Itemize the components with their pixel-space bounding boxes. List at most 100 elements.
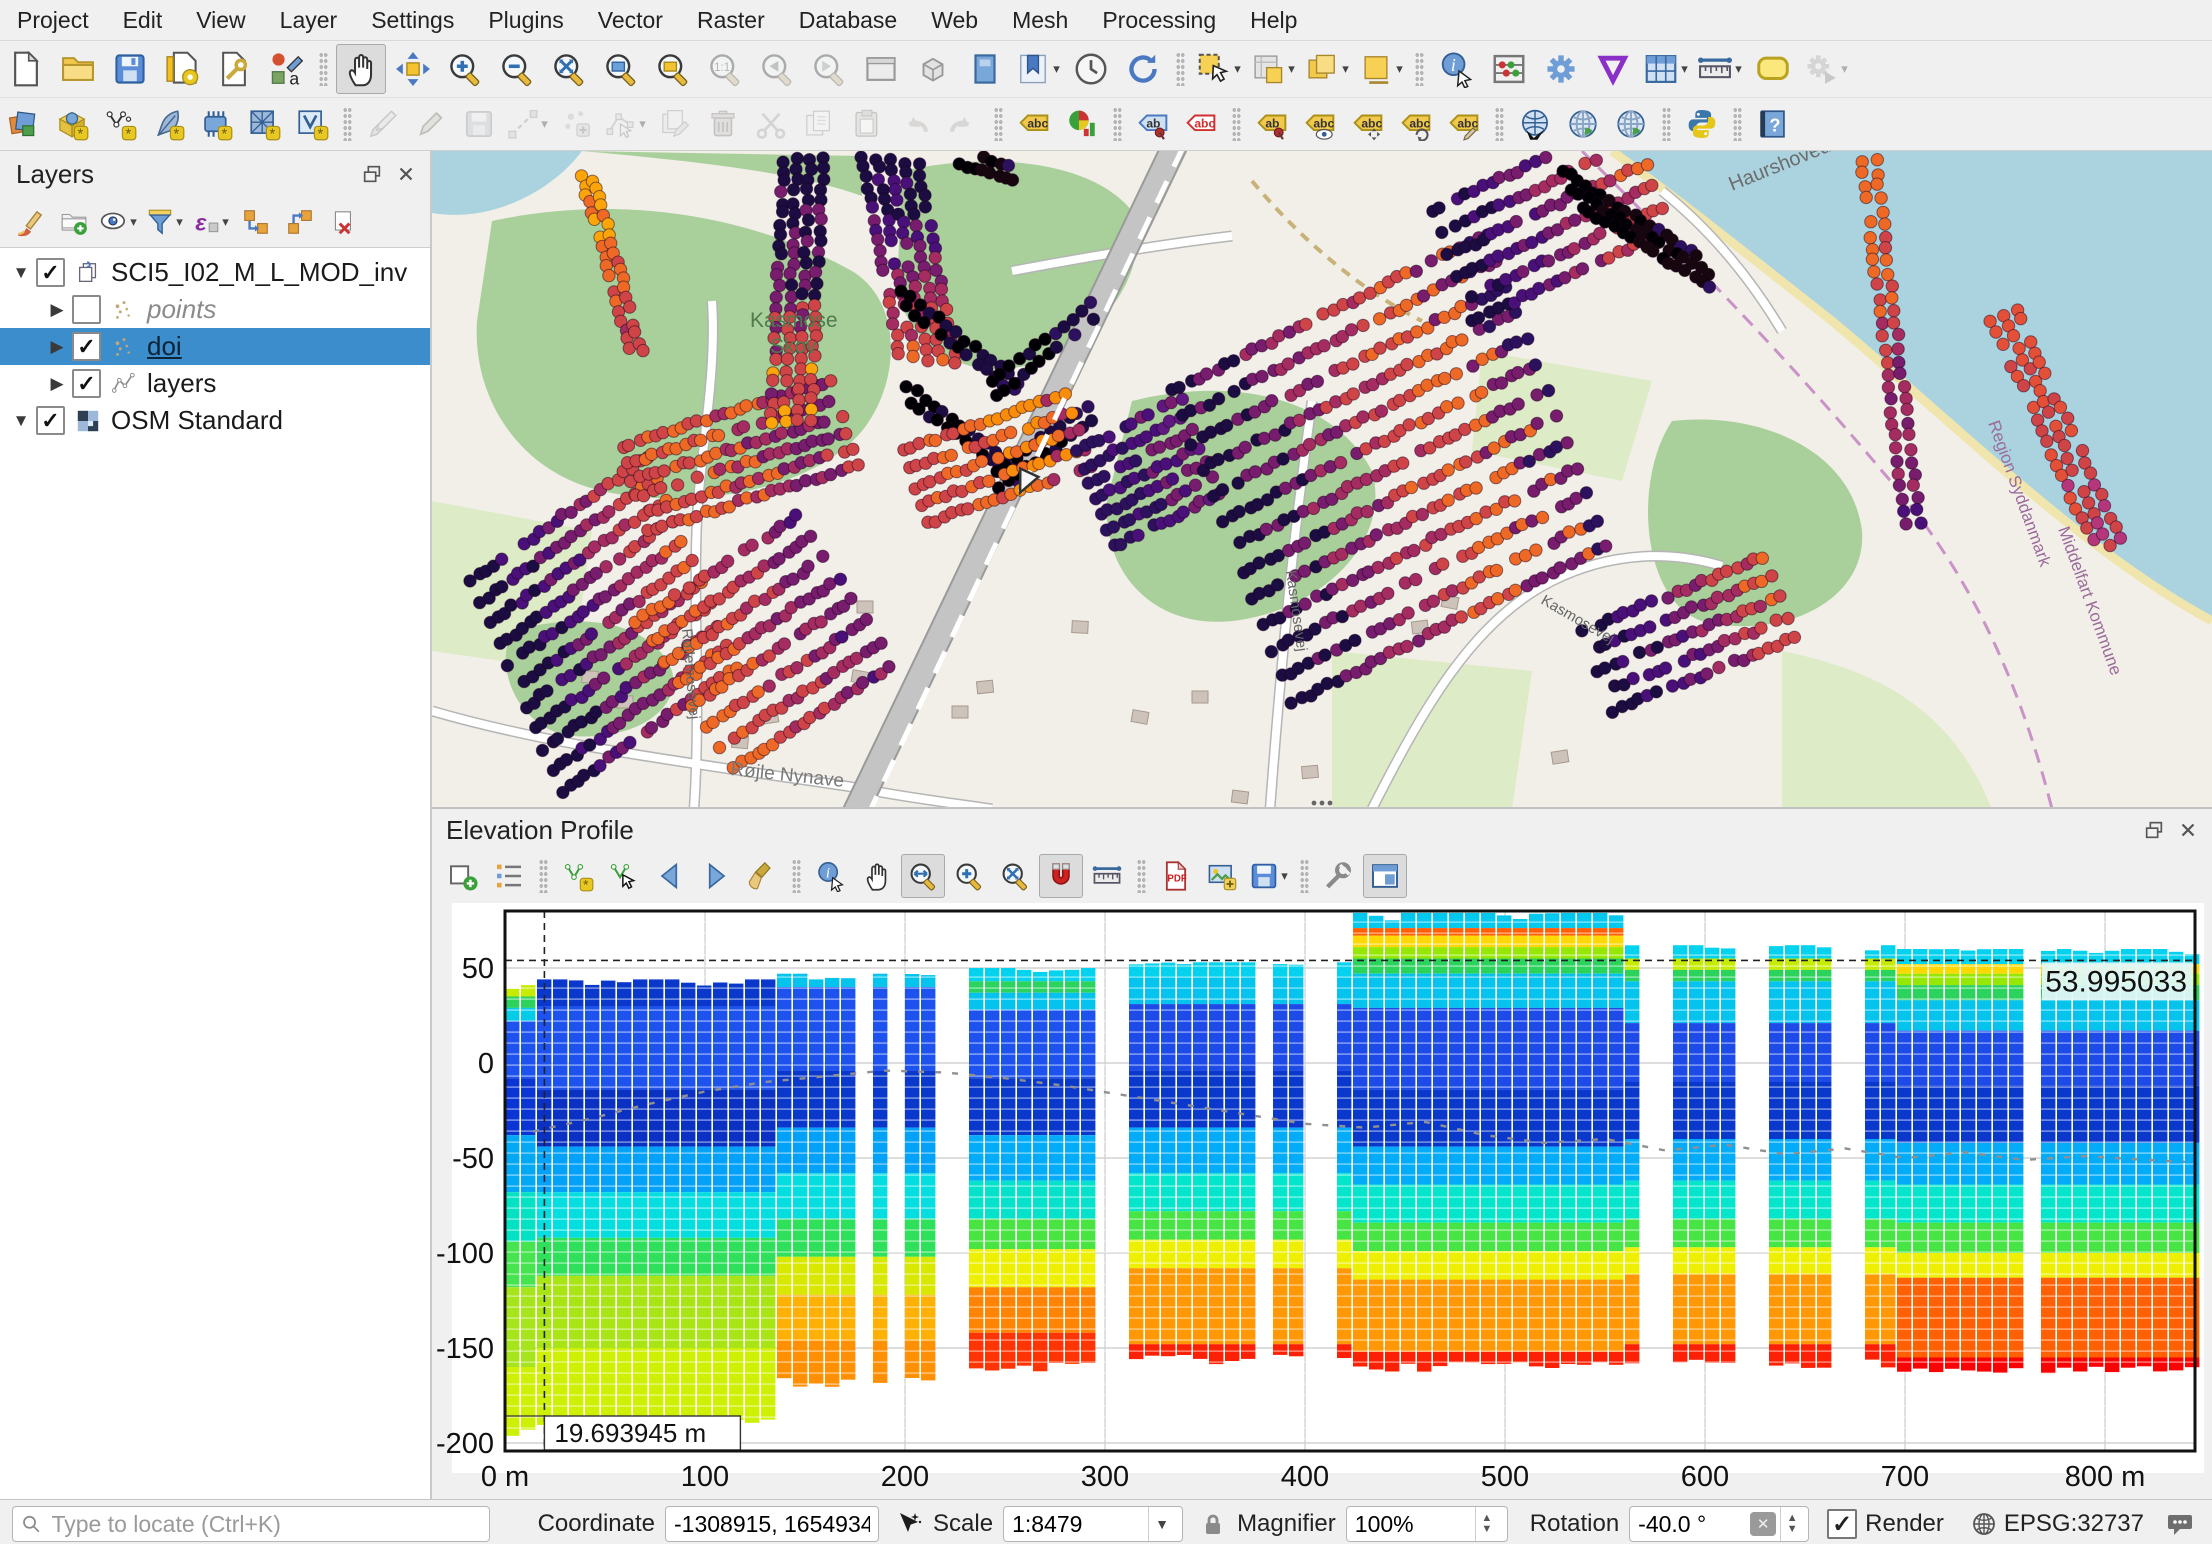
- move-label-button[interactable]: abc: [1345, 101, 1391, 147]
- dropdown-arrow-icon[interactable]: ▾: [1288, 61, 1295, 77]
- scale-dropdown-icon[interactable]: ▼: [1148, 1507, 1175, 1541]
- clear-button[interactable]: [740, 854, 784, 898]
- remove-layer-button[interactable]: [323, 201, 365, 243]
- zoom-full-button[interactable]: [544, 44, 594, 94]
- layer-label[interactable]: points: [147, 294, 216, 325]
- expand-arrow-icon[interactable]: ▶: [44, 337, 70, 357]
- dropdown-arrow-icon[interactable]: ▾: [1681, 61, 1688, 77]
- zoom-to-selection-button[interactable]: [648, 44, 698, 94]
- new-map-view-button[interactable]: [856, 44, 906, 94]
- processing-toolbox-button[interactable]: [1536, 44, 1586, 94]
- metasearch-button[interactable]: [1512, 101, 1558, 147]
- zoom-out-button[interactable]: [492, 44, 542, 94]
- open-attribute-table-button[interactable]: ▾: [1640, 44, 1692, 94]
- layer-labeling-options-button[interactable]: abc: [1011, 101, 1057, 147]
- new-temporary-scratch-layer-button[interactable]: *: [145, 101, 191, 147]
- rotation-clear-icon[interactable]: ✕: [1750, 1512, 1776, 1536]
- pan-map-button[interactable]: [336, 44, 386, 94]
- show-layout-manager-button[interactable]: [209, 44, 259, 94]
- menu-raster[interactable]: Raster: [680, 7, 782, 34]
- show-layer-tree-button[interactable]: [487, 854, 531, 898]
- zoom-x-axis-button[interactable]: [901, 854, 945, 898]
- filter-by-expression-button[interactable]: ε▾: [189, 201, 233, 243]
- menu-edit[interactable]: Edit: [106, 7, 180, 34]
- expand-arrow-icon[interactable]: ▶: [44, 374, 70, 394]
- menu-web[interactable]: Web: [914, 7, 995, 34]
- elevation-profile-chart[interactable]: 53.99503319.693945 m500-50-100-150-2000 …: [432, 901, 2212, 1499]
- dropdown-arrow-icon[interactable]: ▾: [1234, 61, 1241, 77]
- menu-database[interactable]: Database: [782, 7, 914, 34]
- layer-checkbox[interactable]: [72, 295, 101, 324]
- rotation-spin[interactable]: ✕ ▲▼: [1629, 1506, 1809, 1542]
- rotate-label-button[interactable]: abc: [1393, 101, 1439, 147]
- dropdown-arrow-icon[interactable]: ▾: [1342, 61, 1349, 77]
- nudge-right-button[interactable]: [694, 854, 738, 898]
- toggle-unplaced-labels-button[interactable]: abc: [1178, 101, 1224, 147]
- scale-input[interactable]: [1004, 1511, 1148, 1538]
- locator-input[interactable]: [49, 1510, 481, 1539]
- new-print-layout-button[interactable]: [157, 44, 207, 94]
- menu-mesh[interactable]: Mesh: [995, 7, 1085, 34]
- collapse-arrow-icon[interactable]: ▼: [8, 411, 34, 431]
- filter-legend-button[interactable]: ▾: [143, 201, 187, 243]
- layer-checkbox[interactable]: ✓: [36, 258, 65, 287]
- vector-tools-button[interactable]: [1588, 44, 1638, 94]
- new-project-button[interactable]: [1, 44, 51, 94]
- help-contents-button[interactable]: ?: [1750, 101, 1796, 147]
- menu-view[interactable]: View: [179, 7, 262, 34]
- expand-all-button[interactable]: [235, 201, 277, 243]
- map-canvas[interactable]: HaurshovedKasmoseSkovRøjle NynaveRegion …: [432, 151, 2212, 807]
- select-features-button[interactable]: ▾: [1193, 44, 1245, 94]
- magnifier-spin-arrows[interactable]: ▲▼: [1475, 1507, 1498, 1541]
- layer-label[interactable]: layers: [147, 368, 216, 399]
- lock-scale-icon[interactable]: [1199, 1510, 1227, 1538]
- new-3d-map-view-button[interactable]: [908, 44, 958, 94]
- layer-item-osm-standard[interactable]: ▼✓OSM Standard: [0, 402, 430, 439]
- dropdown-arrow-icon[interactable]: ▾: [222, 214, 229, 230]
- dropdown-arrow-icon[interactable]: ▾: [639, 116, 646, 132]
- menu-project[interactable]: Project: [0, 7, 106, 34]
- crs-value[interactable]: EPSG:32737: [2004, 1510, 2144, 1538]
- close-panel-icon[interactable]: [392, 160, 420, 188]
- dropdown-arrow-icon[interactable]: ▾: [1841, 61, 1848, 77]
- show-hide-labels-button[interactable]: abc: [1297, 101, 1343, 147]
- menu-processing[interactable]: Processing: [1085, 7, 1233, 34]
- rotation-input[interactable]: [1630, 1511, 1750, 1538]
- float-panel-icon[interactable]: [358, 160, 386, 188]
- add-wfs-layer-button[interactable]: [1608, 101, 1654, 147]
- locator-box[interactable]: [12, 1506, 490, 1542]
- highlight-pinned-labels-button[interactable]: ab: [1130, 101, 1176, 147]
- scale-combo[interactable]: ▼: [1003, 1506, 1183, 1542]
- change-label-properties-button[interactable]: abc: [1441, 101, 1487, 147]
- identify-features-button[interactable]: i: [1432, 44, 1482, 94]
- float-profile-icon[interactable]: [2140, 816, 2168, 844]
- new-mesh-layer-button[interactable]: *: [241, 101, 287, 147]
- menu-layer[interactable]: Layer: [263, 7, 355, 34]
- extents-icon[interactable]: [895, 1510, 923, 1538]
- open-layer-styling-button[interactable]: [9, 201, 51, 243]
- open-project-button[interactable]: [53, 44, 103, 94]
- dropdown-arrow-icon[interactable]: ▾: [1396, 61, 1403, 77]
- layer-checkbox[interactable]: ✓: [72, 369, 101, 398]
- pin-unpin-labels-button[interactable]: ab: [1249, 101, 1295, 147]
- statistical-summary-button[interactable]: [1484, 44, 1534, 94]
- dropdown-arrow-icon[interactable]: ▾: [176, 214, 183, 230]
- coordinate-input[interactable]: [666, 1511, 878, 1538]
- magnifier-spin[interactable]: ▲▼: [1346, 1506, 1508, 1542]
- style-manager-button[interactable]: a: [261, 44, 311, 94]
- temporal-controller-button[interactable]: [1066, 44, 1116, 94]
- measure-distances-button[interactable]: [1085, 854, 1129, 898]
- export-as-image-button[interactable]: [1200, 854, 1244, 898]
- deselect-all-button[interactable]: ▾: [1301, 44, 1353, 94]
- layer-item-doi[interactable]: ▶✓doi: [0, 328, 430, 365]
- menu-vector[interactable]: Vector: [581, 7, 680, 34]
- dropdown-arrow-icon[interactable]: ▾: [1053, 61, 1060, 77]
- capture-curve-button[interactable]: *: [556, 854, 600, 898]
- menu-plugins[interactable]: Plugins: [471, 7, 580, 34]
- layer-label[interactable]: doi: [147, 331, 182, 362]
- menu-help[interactable]: Help: [1233, 7, 1314, 34]
- save-project-button[interactable]: [105, 44, 155, 94]
- dock-elevation-profile-button[interactable]: [1363, 854, 1407, 898]
- render-checkbox[interactable]: ✓: [1827, 1509, 1857, 1539]
- identify-features-button[interactable]: i: [809, 854, 853, 898]
